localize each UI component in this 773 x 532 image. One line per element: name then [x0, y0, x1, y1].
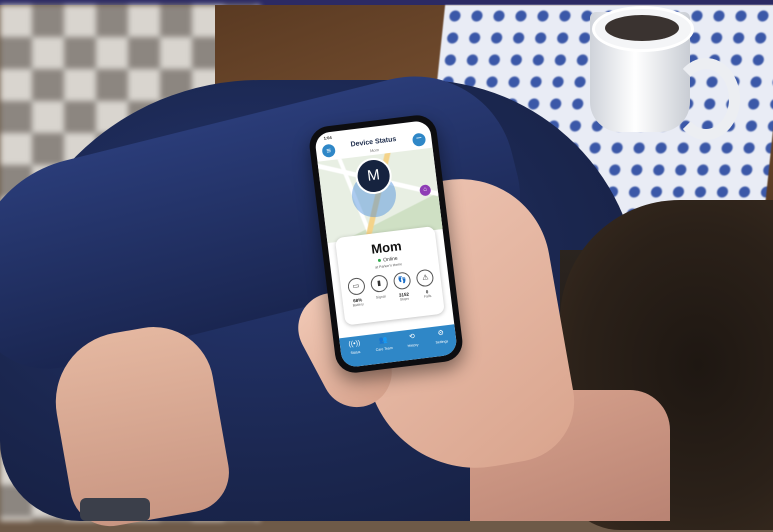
tab-label: Settings	[435, 339, 449, 345]
wristwatch	[80, 498, 150, 521]
phone-screen: 1:04 ≡ Device Status Mom − M ⌂ Mom Onlin…	[314, 119, 458, 369]
battery-icon: ▭	[346, 277, 366, 296]
tab-label: Care Team	[375, 345, 393, 353]
tab-label: Status	[350, 349, 361, 356]
tab-status[interactable]: ((•)) Status	[339, 335, 371, 368]
tab-care-team[interactable]: 👥 Care Team	[368, 331, 400, 364]
stat-falls[interactable]: ⚠ 0 Falls	[413, 268, 438, 299]
tab-settings[interactable]: ⚙ Settings	[426, 324, 458, 357]
tab-history[interactable]: ⟲ History	[397, 328, 429, 361]
online-dot-icon	[378, 258, 382, 263]
geofence-icon: ⌂	[423, 186, 428, 194]
mug-handle	[672, 58, 740, 140]
stat-steps[interactable]: 👣 3152 Steps	[390, 271, 415, 302]
geofence-button[interactable]: ⌂	[419, 184, 432, 197]
steps-icon: 👣	[392, 271, 412, 291]
device-status-card: Mom Online at Parker's Home ▭ 68% Batter…	[334, 225, 445, 326]
stats-row: ▭ 68% Battery ▮ Signal 👣 3152 Steps ⚠ 0	[344, 268, 439, 308]
status-time: 1:04	[323, 134, 332, 141]
signal-icon: ▮	[369, 274, 389, 294]
bottom-tab-bar: ((•)) Status 👥 Care Team ⟲ History ⚙ Set…	[339, 324, 458, 369]
falls-icon: ⚠	[415, 268, 435, 288]
stat-signal[interactable]: ▮ Signal	[367, 274, 392, 305]
stat-battery[interactable]: ▭ 68% Battery	[344, 277, 369, 308]
stat-label: Signal	[375, 294, 386, 300]
minus-icon: −	[415, 132, 423, 145]
tab-label: History	[407, 342, 419, 349]
mug-rim	[592, 6, 694, 52]
